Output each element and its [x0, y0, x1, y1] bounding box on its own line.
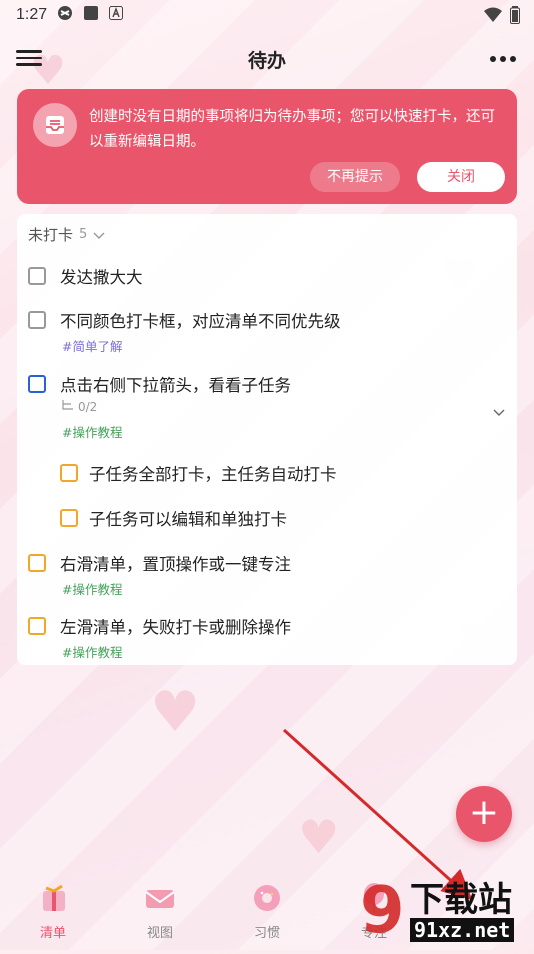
- subtask-checkbox[interactable]: [60, 464, 78, 482]
- task-title: 右滑清单，置顶操作或一键专注: [60, 555, 291, 574]
- task-checkbox[interactable]: [28, 267, 46, 285]
- title-bar: 待办: [0, 38, 534, 78]
- watermark-text: 下载站: [410, 880, 512, 920]
- task-title: 不同颜色打卡框，对应清单不同优先级: [60, 312, 341, 331]
- tab-label: 视图: [146, 926, 173, 941]
- list-item[interactable]: 点击右侧下拉箭头，看看子任务 0/2 #操作教程: [17, 372, 517, 442]
- tab-label: 清单: [39, 926, 66, 941]
- task-tag[interactable]: #操作教程: [62, 579, 122, 598]
- group-count: 5: [79, 227, 88, 242]
- a-notification-icon: [109, 6, 124, 24]
- dont-remind-button[interactable]: 不再提示: [310, 162, 400, 192]
- task-checkbox[interactable]: [28, 375, 46, 393]
- site-watermark: 9 下载站 91xz.net: [350, 870, 530, 950]
- expand-subtasks-chevron-icon[interactable]: [493, 402, 505, 421]
- list-item[interactable]: 发达撒大大: [17, 264, 517, 304]
- envelope-view-icon: [143, 890, 177, 918]
- app-notification-icon: [57, 5, 73, 25]
- wifi-icon: [484, 7, 502, 27]
- subtask-count: 0/2: [78, 400, 98, 414]
- page-title: 待办: [247, 50, 286, 72]
- subtask-title: 子任务可以编辑和单独打卡: [89, 510, 287, 529]
- gift-list-icon: [36, 884, 70, 918]
- add-task-button[interactable]: +: [456, 786, 512, 842]
- subtask-checkbox[interactable]: [60, 509, 78, 527]
- tab-habit[interactable]: 习惯: [237, 882, 297, 941]
- task-list-card: 未打卡 5 发达撒大大 不同颜色打卡框，对应清单不同优先级 #简单了解 点击右侧…: [17, 214, 517, 665]
- task-title: 左滑清单，失败打卡或删除操作: [60, 618, 291, 637]
- banner-message: 创建时没有日期的事项将归为待办事项；您可以快速打卡，还可以重新编辑日期。: [89, 109, 495, 150]
- task-checkbox[interactable]: [28, 554, 46, 572]
- task-title: 发达撒大大: [60, 268, 143, 287]
- info-banner: 创建时没有日期的事项将归为待办事项；您可以快速打卡，还可以重新编辑日期。 不再提…: [17, 89, 517, 204]
- group-title: 未打卡: [28, 226, 74, 244]
- chevron-down-icon: [93, 226, 105, 244]
- subtask-progress: 0/2: [62, 400, 97, 414]
- list-item[interactable]: 不同颜色打卡框，对应清单不同优先级 #简单了解: [17, 308, 517, 358]
- task-title: 点击右侧下拉箭头，看看子任务: [60, 376, 291, 395]
- square-notification-icon: [83, 5, 99, 25]
- status-bar: 1:27: [0, 0, 534, 30]
- heart-decoration: ♥: [150, 680, 201, 745]
- task-tag[interactable]: #操作教程: [62, 422, 122, 441]
- task-checkbox[interactable]: [28, 617, 46, 635]
- list-item[interactable]: 左滑清单，失败打卡或删除操作 #操作教程: [17, 614, 517, 664]
- task-checkbox[interactable]: [28, 311, 46, 329]
- battery-icon: [510, 6, 520, 28]
- task-tag[interactable]: #简单了解: [62, 336, 122, 355]
- svg-text:9: 9: [360, 874, 405, 948]
- tab-view[interactable]: 视图: [130, 882, 190, 941]
- donut-habit-icon: [250, 885, 284, 918]
- group-header-unchecked[interactable]: 未打卡 5: [28, 224, 105, 245]
- task-tag[interactable]: #操作教程: [62, 642, 122, 661]
- tab-list[interactable]: 清单: [23, 882, 83, 941]
- tab-label: 习惯: [253, 926, 280, 941]
- heart-decoration: ♥: [298, 810, 340, 864]
- more-options-icon[interactable]: [490, 56, 516, 62]
- subtask-icon: [62, 400, 74, 414]
- list-item[interactable]: 右滑清单，置顶操作或一键专注 #操作教程: [17, 551, 517, 601]
- watermark-url: 91xz.net: [410, 918, 515, 942]
- status-time: 1:27: [16, 6, 48, 23]
- subtask-item[interactable]: 子任务可以编辑和单独打卡: [17, 506, 517, 536]
- inbox-icon: [33, 103, 77, 147]
- subtask-title: 子任务全部打卡，主任务自动打卡: [89, 465, 337, 484]
- close-banner-button[interactable]: 关闭: [417, 162, 505, 192]
- subtask-item[interactable]: 子任务全部打卡，主任务自动打卡: [17, 461, 517, 491]
